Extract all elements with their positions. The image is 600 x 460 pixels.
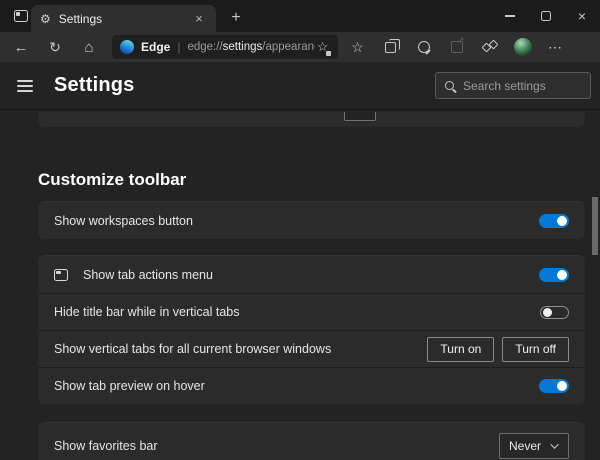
url-path: /appearance xyxy=(262,41,315,53)
url-separator: | xyxy=(177,40,180,54)
row-label: Show tab preview on hover xyxy=(54,379,205,393)
row-vertical-tabs-all-windows: Show vertical tabs for all current brows… xyxy=(38,330,585,367)
tab-preview-toggle[interactable] xyxy=(539,379,569,393)
toolbar-extensions-area: ☆ ⋯ xyxy=(344,35,569,59)
clipped-control xyxy=(344,112,376,121)
settings-content: Customize toolbar Show workspaces button… xyxy=(0,110,600,460)
dropdown-value: Never xyxy=(509,439,541,453)
favorites-hub-button[interactable]: ☆ xyxy=(344,35,371,59)
refresh-button[interactable]: ↻ xyxy=(42,35,68,59)
show-workspaces-toggle[interactable] xyxy=(539,214,569,228)
add-favorite-icon[interactable]: ☆ xyxy=(315,40,330,55)
tab-actions-icon xyxy=(14,10,28,22)
hamburger-icon xyxy=(17,85,33,87)
share-icon xyxy=(451,41,463,53)
favorites-star-icon: ☆ xyxy=(351,40,364,54)
maximize-button[interactable] xyxy=(528,0,564,32)
profile-button[interactable] xyxy=(509,35,536,59)
more-menu-button[interactable]: ⋯ xyxy=(542,35,569,59)
collections-icon xyxy=(385,42,396,53)
split-screen-icon xyxy=(483,40,497,54)
settings-search-box[interactable] xyxy=(435,72,591,99)
clipped-card-above xyxy=(38,112,585,127)
card-tab-options: Show tab actions menu Hide title bar whi… xyxy=(38,255,585,404)
row-hide-title-bar: Hide title bar while in vertical tabs xyxy=(38,293,585,330)
tab-actions-icon xyxy=(54,269,68,281)
row-label: Show workspaces button xyxy=(54,214,193,228)
minimize-button[interactable] xyxy=(492,0,528,32)
card-show-workspaces: Show workspaces button xyxy=(38,201,585,239)
row-tab-preview: Show tab preview on hover xyxy=(38,367,585,404)
split-screen-button[interactable] xyxy=(476,35,503,59)
address-bar[interactable]: Edge | edge://settings/appearance ☆ xyxy=(112,35,338,59)
card-favorites-bar: Show favorites bar Never xyxy=(38,422,585,460)
new-tab-button[interactable]: + xyxy=(224,7,248,29)
share-button[interactable] xyxy=(443,35,470,59)
tab-actions-toggle[interactable] xyxy=(539,268,569,282)
turn-on-button[interactable]: Turn on xyxy=(427,337,494,362)
edge-logo-icon xyxy=(120,40,134,54)
row-label: Show tab actions menu xyxy=(83,268,213,282)
search-input[interactable] xyxy=(463,79,573,93)
tab-close-icon[interactable]: × xyxy=(191,11,207,27)
search-icon xyxy=(445,81,454,90)
minimize-icon xyxy=(505,15,515,17)
collections-button[interactable] xyxy=(377,35,404,59)
turn-off-button[interactable]: Turn off xyxy=(502,337,569,362)
favorites-bar-dropdown[interactable]: Never xyxy=(499,433,569,459)
window-controls: × xyxy=(492,0,600,32)
row-label: Hide title bar while in vertical tabs xyxy=(54,305,240,319)
section-title: Customize toolbar xyxy=(38,170,600,190)
url-text: edge://settings/appearance xyxy=(187,41,315,53)
extension-icon xyxy=(418,41,430,53)
hide-title-bar-toggle[interactable] xyxy=(540,306,569,319)
chevron-down-icon xyxy=(550,440,558,448)
more-menu-icon: ⋯ xyxy=(548,39,563,56)
profile-avatar xyxy=(514,38,532,56)
row-label: Show favorites bar xyxy=(54,439,158,453)
close-button[interactable]: × xyxy=(564,0,600,32)
row-favorites-bar: Show favorites bar Never xyxy=(38,423,585,460)
row-show-workspaces: Show workspaces button xyxy=(38,202,585,239)
browser-tab-settings[interactable]: ⚙ Settings × xyxy=(31,5,216,32)
extension-button[interactable] xyxy=(410,35,437,59)
site-brand-label: Edge xyxy=(141,40,170,54)
scrollbar-thumb[interactable] xyxy=(592,197,598,255)
gear-icon: ⚙ xyxy=(40,13,51,25)
settings-header: Settings xyxy=(0,62,600,110)
page-title: Settings xyxy=(54,74,135,97)
row-label: Show vertical tabs for all current brows… xyxy=(54,342,331,356)
url-scheme: edge:// xyxy=(187,41,222,53)
navigation-toolbar: ← ↻ ⌂ Edge | edge://settings/appearance … xyxy=(0,32,600,62)
tab-title: Settings xyxy=(59,12,102,26)
close-icon: × xyxy=(578,9,586,23)
row-tab-actions-menu: Show tab actions menu xyxy=(38,256,585,293)
url-host: settings xyxy=(223,41,263,53)
title-bar: ⚙ Settings × + × xyxy=(0,0,600,32)
back-button[interactable]: ← xyxy=(8,35,34,59)
settings-page: Settings Customize toolbar Show workspac… xyxy=(0,62,600,460)
menu-button[interactable] xyxy=(13,74,37,98)
maximize-icon xyxy=(541,11,551,21)
home-button[interactable]: ⌂ xyxy=(76,35,102,59)
